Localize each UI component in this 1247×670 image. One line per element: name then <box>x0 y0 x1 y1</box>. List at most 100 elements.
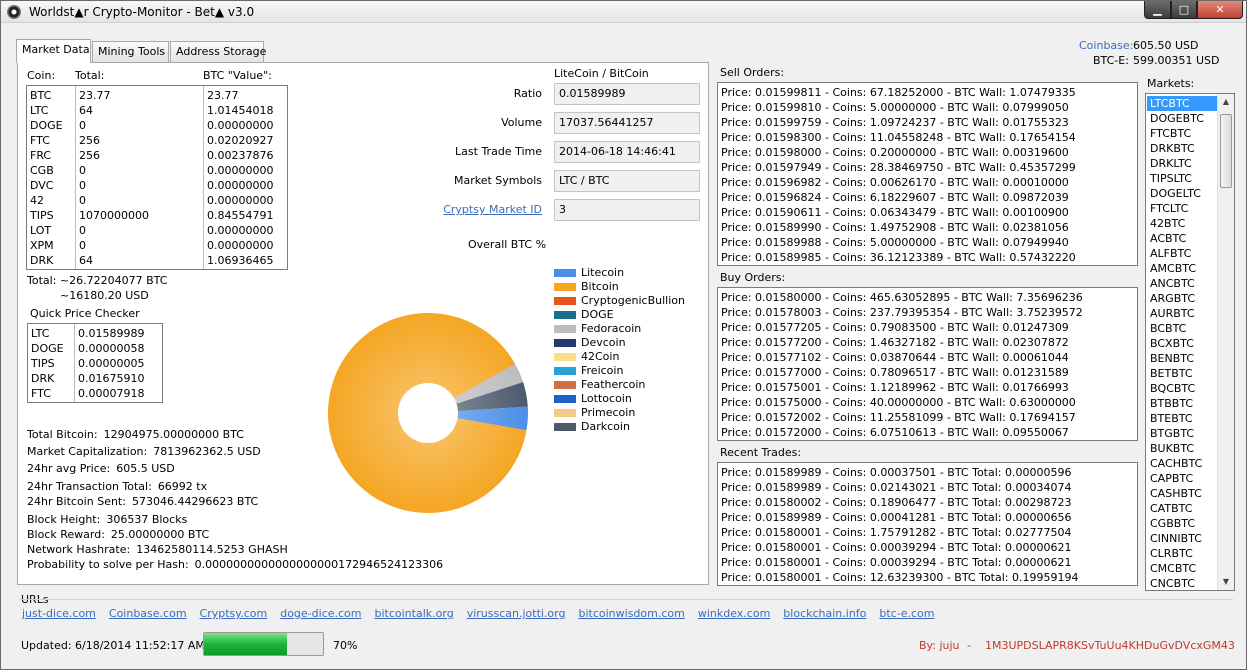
market-list-item[interactable]: BCBTC <box>1147 321 1217 336</box>
recent-trade-row[interactable]: Price: 0.01580002 - Coins: 0.18906477 - … <box>718 495 1078 510</box>
app-eye-icon <box>7 5 21 19</box>
url-link[interactable]: just-dice.com <box>22 607 96 620</box>
recent-trade-row[interactable]: Price: 0.01589989 - Coins: 0.02143021 - … <box>718 480 1078 495</box>
market-list-item[interactable]: LTCBTC <box>1147 96 1217 111</box>
sell-order-row[interactable]: Price: 0.01598300 - Coins: 11.04558248 -… <box>718 130 1076 145</box>
tab-market-data[interactable]: Market Data <box>16 39 91 63</box>
portfolio-table[interactable]: BTC LTC DOGE FTC FRC CGB DVC 42 TIPS LOT XPM DRK 23… <box>26 85 288 270</box>
market-list-item[interactable]: BENBTC <box>1147 351 1217 366</box>
coinbase-label[interactable]: Coinbase: <box>1079 39 1133 52</box>
sell-order-row[interactable]: Price: 0.01599759 - Coins: 1.09724237 - … <box>718 115 1076 130</box>
tab-address-storage[interactable]: Address Storage <box>170 41 266 62</box>
market-list-item[interactable]: CLRBTC <box>1147 546 1217 561</box>
buy-order-row[interactable]: Price: 0.01572002 - Coins: 11.25581099 -… <box>718 410 1083 425</box>
market-list-item[interactable]: BCXBTC <box>1147 336 1217 351</box>
sell-order-row[interactable]: Price: 0.01599811 - Coins: 67.18252000 -… <box>718 85 1076 100</box>
minimize-button[interactable]: ▁ <box>1144 1 1171 19</box>
market-list-item[interactable]: BTGBTC <box>1147 426 1217 441</box>
market-list-item[interactable]: CATBTC <box>1147 501 1217 516</box>
quick-price-value: 0.00007918 <box>78 387 145 400</box>
buy-order-row[interactable]: Price: 0.01577200 - Coins: 1.46327182 - … <box>718 335 1083 350</box>
url-link[interactable]: Coinbase.com <box>109 607 187 620</box>
market-list-item[interactable]: DOGEBTC <box>1147 111 1217 126</box>
market-list-item[interactable]: TIPSLTC <box>1147 171 1217 186</box>
market-list-item[interactable]: DOGELTC <box>1147 186 1217 201</box>
buy-order-row[interactable]: Price: 0.01575001 - Coins: 1.12189962 - … <box>718 380 1083 395</box>
scroll-up-icon[interactable]: ▲ <box>1218 94 1234 110</box>
url-link[interactable]: Cryptsy.com <box>200 607 268 620</box>
market-list-item[interactable]: FTCBTC <box>1147 126 1217 141</box>
sell-order-row[interactable]: Price: 0.01597949 - Coins: 28.38469750 -… <box>718 160 1076 175</box>
sell-orders-list[interactable]: Price: 0.01599811 - Coins: 67.18252000 -… <box>717 82 1138 266</box>
market-list-item[interactable]: ARGBTC <box>1147 291 1217 306</box>
url-link[interactable]: btc-e.com <box>879 607 934 620</box>
market-list-item[interactable]: CAPBTC <box>1147 471 1217 486</box>
tab-mining-tools[interactable]: Mining Tools <box>92 41 169 62</box>
market-list-item[interactable]: 42BTC <box>1147 216 1217 231</box>
market-list-item[interactable]: BETBTC <box>1147 366 1217 381</box>
buy-order-row[interactable]: Price: 0.01575000 - Coins: 40.00000000 -… <box>718 395 1083 410</box>
market-list-item[interactable]: CGBBTC <box>1147 516 1217 531</box>
market-list-item[interactable]: CINNIBTC <box>1147 531 1217 546</box>
recent-trade-row[interactable]: Price: 0.01589989 - Coins: 0.00037501 - … <box>718 465 1078 480</box>
buy-order-row[interactable]: Price: 0.01577102 - Coins: 0.03870644 - … <box>718 350 1083 365</box>
market-list-item[interactable]: BUKBTC <box>1147 441 1217 456</box>
recent-trades-list[interactable]: Price: 0.01589989 - Coins: 0.00037501 - … <box>717 462 1138 586</box>
buy-order-row[interactable]: Price: 0.01580000 - Coins: 465.63052895 … <box>718 290 1083 305</box>
sell-order-row[interactable]: Price: 0.01589988 - Coins: 5.00000000 - … <box>718 235 1076 250</box>
sell-order-row[interactable]: Price: 0.01589985 - Coins: 36.12123389 -… <box>718 250 1076 265</box>
close-button[interactable]: ✕ <box>1197 1 1243 19</box>
buy-order-row[interactable]: Price: 0.01577000 - Coins: 0.78096517 - … <box>718 365 1083 380</box>
recent-trade-row[interactable]: Price: 0.01580001 - Coins: 1.75791282 - … <box>718 525 1078 540</box>
market-list-item[interactable]: FTCLTC <box>1147 201 1217 216</box>
url-link[interactable]: bitcointalk.org <box>375 607 454 620</box>
market-list-item[interactable]: ACBTC <box>1147 231 1217 246</box>
url-link[interactable]: doge-dice.com <box>280 607 361 620</box>
sell-order-row[interactable]: Price: 0.01596982 - Coins: 0.00626170 - … <box>718 175 1076 190</box>
scroll-down-icon[interactable]: ▼ <box>1218 574 1234 590</box>
network-stat-label: 24hr avg Price: <box>27 462 111 475</box>
market-list-item[interactable]: ANCBTC <box>1147 276 1217 291</box>
market-list-item[interactable]: AURBTC <box>1147 306 1217 321</box>
donation-address[interactable]: 1M3UPDSLAPR8KSvTuUu4KHDuGvDVcxGM43 <box>985 639 1235 652</box>
buy-order-row[interactable]: Price: 0.01572000 - Coins: 6.07510613 - … <box>718 425 1083 440</box>
recent-trade-row[interactable]: Price: 0.01580001 - Coins: 0.00039294 - … <box>718 555 1078 570</box>
network-stat-value: 25.00000000 BTC <box>110 528 210 541</box>
market-list-item[interactable]: CNCBTC <box>1147 576 1217 590</box>
buy-orders-list[interactable]: Price: 0.01580000 - Coins: 465.63052895 … <box>717 287 1138 441</box>
market-list-item[interactable]: BQCBTC <box>1147 381 1217 396</box>
recent-trade-row[interactable]: Price: 0.01589989 - Coins: 0.00041281 - … <box>718 510 1078 525</box>
sell-order-row[interactable]: Price: 0.01599810 - Coins: 5.00000000 - … <box>718 100 1076 115</box>
markets-list[interactable]: LTCBTC DOGEBTC FTCBTC DRKBTC DRKLTC TIPSLTC DO… <box>1145 93 1235 591</box>
cryptsy-market-id-link[interactable]: Cryptsy Market ID <box>443 203 542 216</box>
url-link[interactable]: virusscan.jotti.org <box>467 607 566 620</box>
url-link[interactable]: bitcoinwisdom.com <box>578 607 684 620</box>
market-list-item[interactable]: ALFBTC <box>1147 246 1217 261</box>
market-list-item[interactable]: DRKLTC <box>1147 156 1217 171</box>
maximize-button[interactable]: □ <box>1171 1 1197 19</box>
market-list-item[interactable]: CMCBTC <box>1147 561 1217 576</box>
sell-order-row[interactable]: Price: 0.01590611 - Coins: 0.06343479 - … <box>718 205 1076 220</box>
recent-trade-row[interactable]: Price: 0.01580001 - Coins: 12.63239300 -… <box>718 570 1078 585</box>
sell-order-row[interactable]: Price: 0.01589990 - Coins: 1.49752908 - … <box>718 220 1076 235</box>
scroll-thumb[interactable] <box>1220 114 1232 188</box>
market-list-item[interactable]: BTEBTC <box>1147 411 1217 426</box>
buy-order-row[interactable]: Price: 0.01577205 - Coins: 0.79083500 - … <box>718 320 1083 335</box>
quick-price-table[interactable]: LTC DOGE TIPS DRK FTC 0.01589989 0.00000058 0.… <box>27 323 163 403</box>
window-title: Worldst▲r Crypto-Monitor - Bet▲ v3.0 <box>29 5 255 19</box>
market-list-item[interactable]: AMCBTC <box>1147 261 1217 276</box>
sell-order-row[interactable]: Price: 0.01598000 - Coins: 0.20000000 - … <box>718 145 1076 160</box>
market-list-item[interactable]: CASHBTC <box>1147 486 1217 501</box>
portfolio-coin-cell: DVC <box>30 179 54 192</box>
sell-order-row[interactable]: Price: 0.01596824 - Coins: 6.18229607 - … <box>718 190 1076 205</box>
buy-order-row[interactable]: Price: 0.01578003 - Coins: 237.79395354 … <box>718 305 1083 320</box>
recent-trade-row[interactable]: Price: 0.01580001 - Coins: 0.00039294 - … <box>718 540 1078 555</box>
market-list-item[interactable]: DRKBTC <box>1147 141 1217 156</box>
btce-value: 599.00351 USD <box>1133 54 1220 67</box>
market-list-item[interactable]: BTBBTC <box>1147 396 1217 411</box>
markets-scrollbar[interactable]: ▲ ▼ <box>1217 94 1234 590</box>
market-list-item[interactable]: CACHBTC <box>1147 456 1217 471</box>
url-link[interactable]: winkdex.com <box>698 607 770 620</box>
url-link[interactable]: blockchain.info <box>783 607 866 620</box>
pie-hole <box>398 383 458 443</box>
